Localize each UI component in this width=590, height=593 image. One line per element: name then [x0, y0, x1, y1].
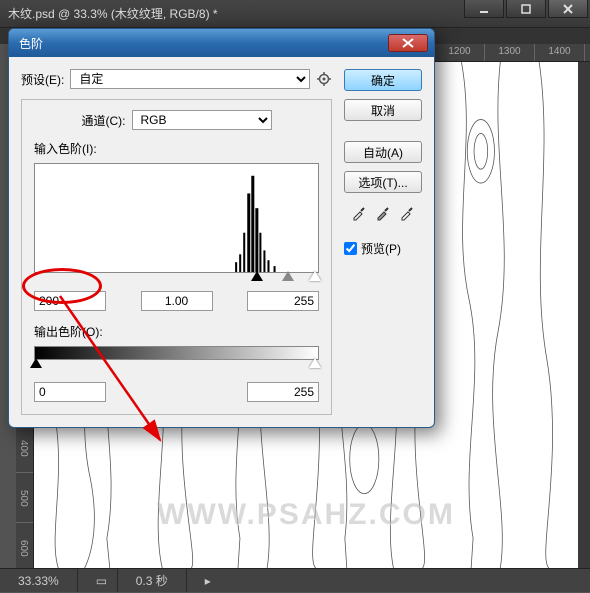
status-spacer: ▸: [187, 569, 590, 592]
ruler-tick: 1200: [434, 44, 484, 61]
close-button[interactable]: [548, 0, 588, 18]
ruler-tick: 500: [16, 472, 33, 522]
preset-select[interactable]: 自定: [70, 69, 310, 89]
input-mid-field[interactable]: [141, 291, 213, 311]
histogram[interactable]: [34, 163, 319, 273]
dialog-title: 色阶: [19, 35, 43, 52]
dialog-right-panel: 确定 取消 自动(A) 选项(T)... 预览(P): [344, 69, 422, 415]
ruler-tick: 600: [16, 522, 33, 572]
options-button[interactable]: 选项(T)...: [344, 171, 422, 193]
preset-label: 预设(E):: [21, 71, 64, 88]
dialog-body: 预设(E): 自定 通道(C): RGB 输入色阶(I):: [9, 57, 434, 427]
cancel-button[interactable]: 取消: [344, 99, 422, 121]
preset-menu-icon[interactable]: [316, 71, 332, 87]
window-controls: [464, 0, 590, 27]
minimize-button[interactable]: [464, 0, 504, 18]
white-point-slider[interactable]: [309, 271, 321, 281]
watermark-text: WWW.PSAHZ.COM: [157, 498, 455, 532]
preview-checkbox-row[interactable]: 预览(P): [344, 240, 422, 257]
channel-select[interactable]: RGB: [132, 110, 272, 130]
zoom-level[interactable]: 33.33%: [0, 569, 78, 592]
input-white-field[interactable]: [247, 291, 319, 311]
document-title: 木纹.psd @ 33.3% (木纹纹理, RGB/8) *: [0, 5, 218, 22]
dialog-titlebar[interactable]: 色阶: [9, 29, 434, 57]
input-black-field[interactable]: [34, 291, 106, 311]
input-sliders[interactable]: [34, 271, 319, 285]
levels-fieldset: 通道(C): RGB 输入色阶(I):: [21, 99, 332, 415]
status-icon: ▭: [78, 569, 118, 592]
preview-checkbox[interactable]: [344, 242, 357, 255]
preset-row: 预设(E): 自定: [21, 69, 332, 89]
eyedropper-black-icon[interactable]: [351, 205, 367, 224]
channel-row: 通道(C): RGB: [34, 110, 319, 130]
eyedropper-tools: [344, 205, 422, 224]
ruler-tick: 1500: [584, 44, 590, 61]
dialog-left-panel: 预设(E): 自定 通道(C): RGB 输入色阶(I):: [21, 69, 332, 415]
auto-button[interactable]: 自动(A): [344, 141, 422, 163]
output-black-field[interactable]: [34, 382, 106, 402]
output-white-slider[interactable]: [309, 358, 321, 368]
input-values-row: [34, 291, 319, 311]
eyedropper-white-icon[interactable]: [399, 205, 415, 224]
output-black-slider[interactable]: [30, 358, 42, 368]
app-titlebar: 木纹.psd @ 33.3% (木纹纹理, RGB/8) *: [0, 0, 590, 28]
dialog-close-button[interactable]: [388, 34, 428, 52]
black-point-slider[interactable]: [251, 271, 263, 281]
output-values-row: [34, 382, 319, 402]
scrollbar-vertical[interactable]: [578, 62, 590, 568]
mid-point-slider[interactable]: [282, 271, 294, 281]
levels-dialog: 色阶 预设(E): 自定 通道(C): RGB 输入色阶(I):: [8, 28, 435, 428]
ruler-tick: 1400: [534, 44, 584, 61]
status-time: 0.3 秒: [118, 569, 187, 592]
ruler-tick: 400: [16, 422, 33, 472]
preview-label: 预览(P): [361, 240, 401, 257]
ruler-tick: 1300: [484, 44, 534, 61]
output-levels-label: 输出色阶(O):: [34, 323, 319, 340]
maximize-button[interactable]: [506, 0, 546, 18]
eyedropper-gray-icon[interactable]: [375, 205, 391, 224]
ok-button[interactable]: 确定: [344, 69, 422, 91]
output-white-field[interactable]: [247, 382, 319, 402]
status-bar: 33.33% ▭ 0.3 秒 ▸: [0, 568, 590, 592]
output-sliders[interactable]: [34, 358, 319, 372]
input-levels-label: 输入色阶(I):: [34, 142, 97, 156]
channel-label: 通道(C):: [82, 112, 126, 129]
